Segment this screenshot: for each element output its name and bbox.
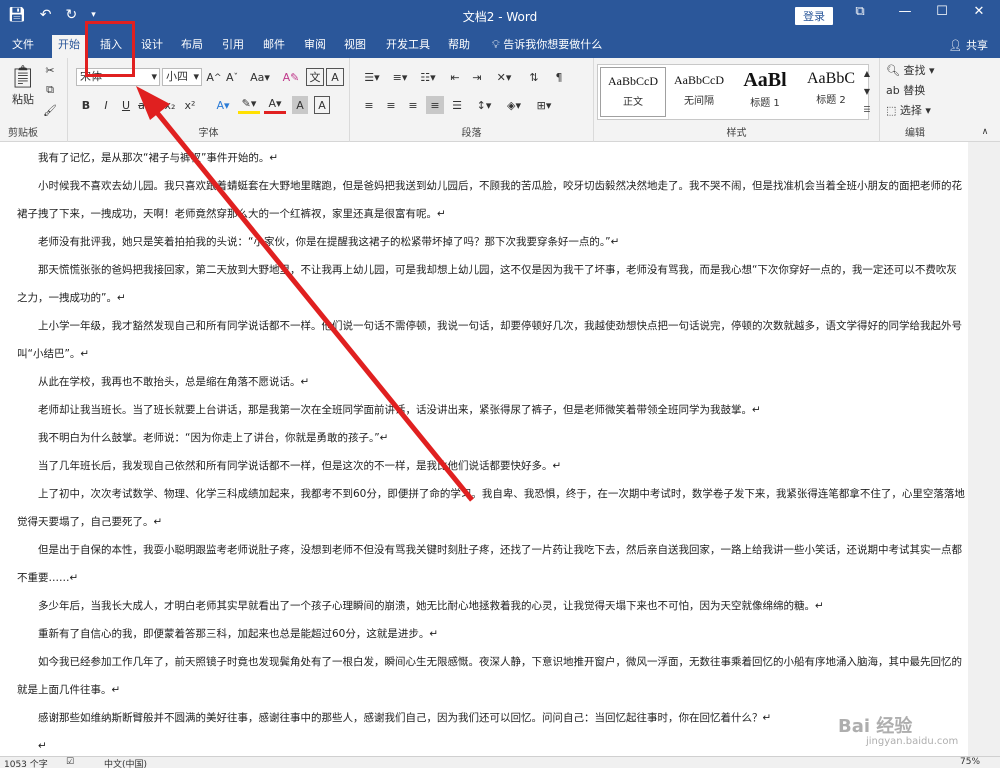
pointer-arrow (136, 86, 474, 502)
watermark-url: jingyan.baidu.com (866, 736, 959, 747)
watermark: Bai 经验 jingyan.baidu.com (838, 712, 958, 747)
arrow-shaft (148, 102, 474, 502)
watermark-brand: Bai 经验 (838, 716, 913, 737)
arrow-head (136, 86, 170, 120)
